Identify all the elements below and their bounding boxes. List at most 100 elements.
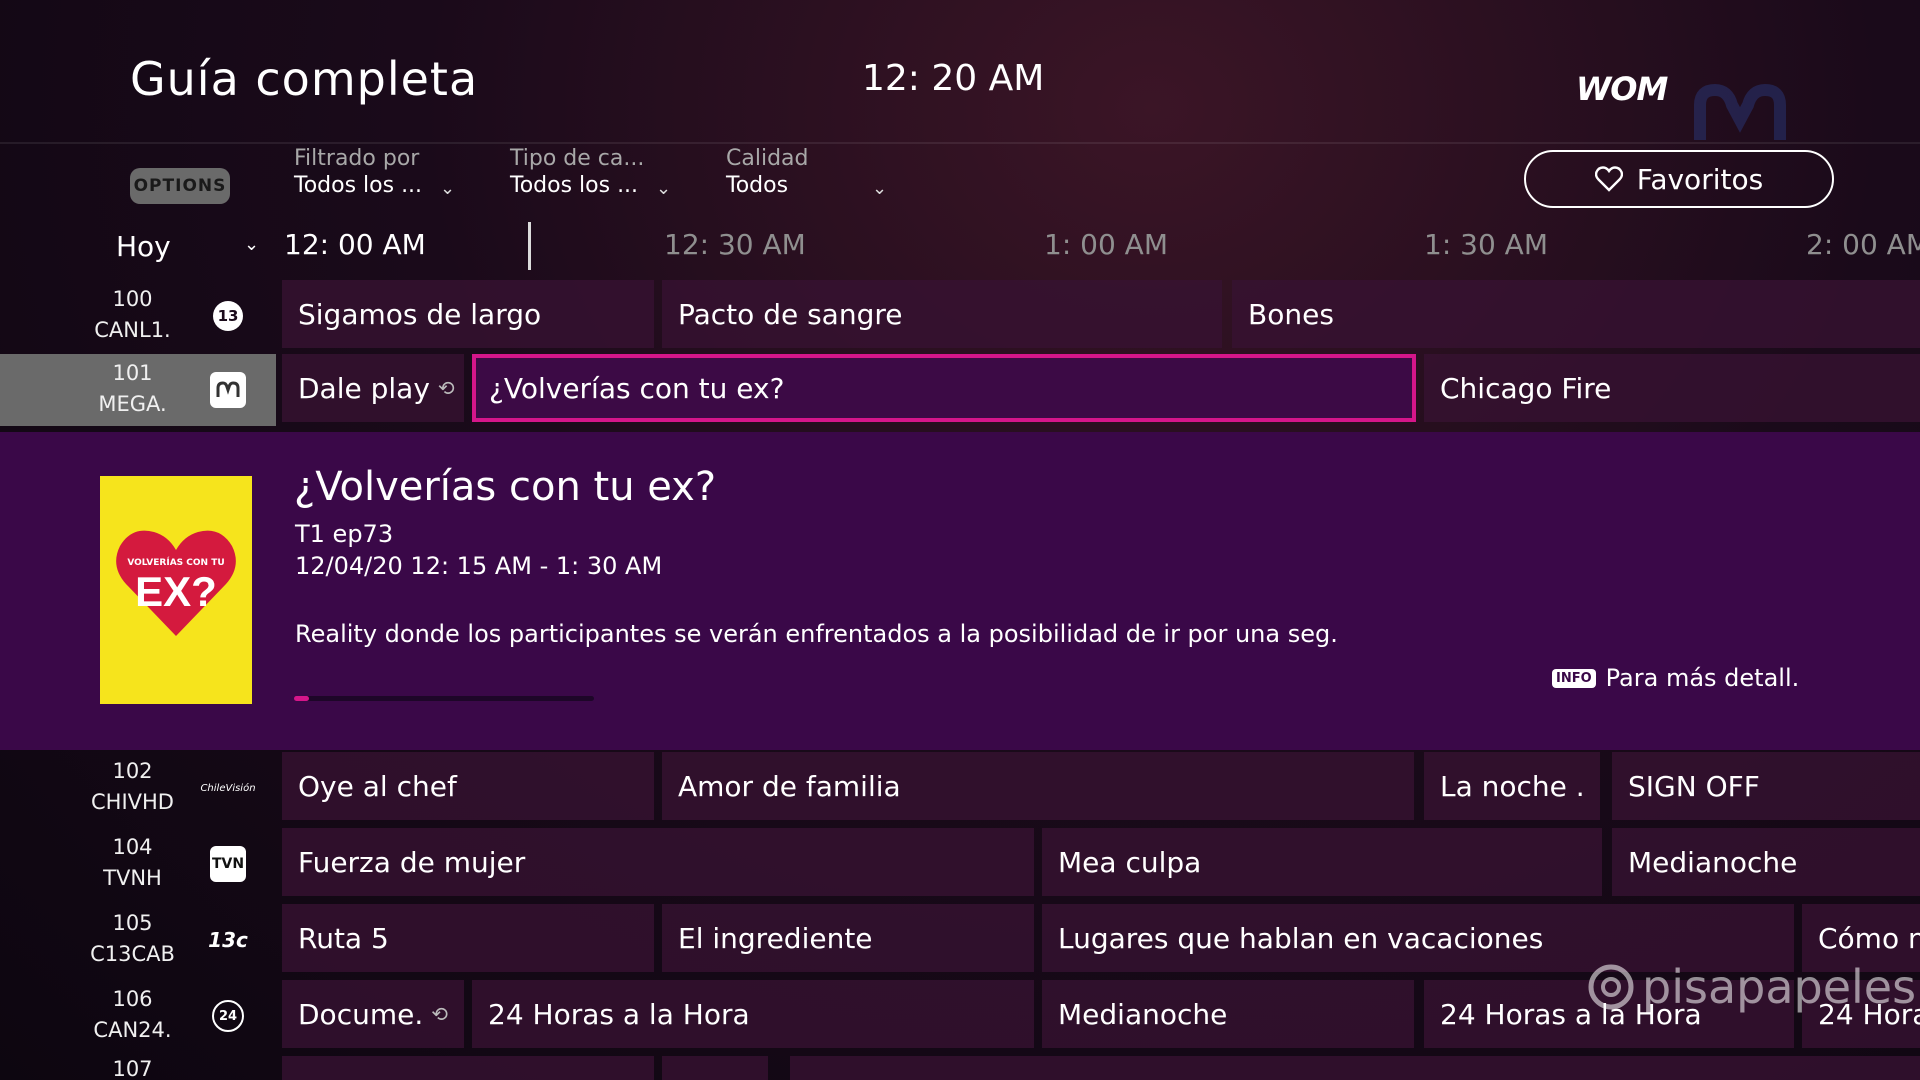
detail-title: ¿Volverías con tu ex? [294, 464, 717, 510]
channel-row-header[interactable]: 105 C13CAB 13c [0, 904, 276, 976]
chevron-down-icon: ⌄ [656, 178, 672, 199]
channel-code: TVNH [103, 866, 162, 890]
channel-logo-text: TVN [210, 846, 246, 882]
header-divider [0, 142, 1920, 144]
current-time-marker [528, 222, 531, 270]
channel-number: 106 [112, 987, 153, 1011]
program-cell[interactable]: Amor de familia [662, 752, 1414, 820]
detail-episode: T1 ep73 [295, 520, 394, 548]
program-detail-panel [0, 432, 1920, 750]
program-poster: VOLVERÍAS CON TU EX? [100, 476, 252, 704]
program-cell[interactable]: Sigamos de largo [282, 280, 654, 348]
program-cell[interactable]: La noche . [1424, 752, 1600, 820]
quality-value: Todos [726, 173, 789, 198]
info-key-icon: INFO [1552, 668, 1596, 688]
mega-watermark-icon [1694, 83, 1786, 140]
program-cell[interactable]: Docume. ⟲ [282, 980, 464, 1048]
tvn-logo-icon: TVN [210, 846, 246, 882]
program-cell[interactable]: 24 Horas a la Hora [472, 980, 1034, 1048]
channel-code: CAN24. [93, 1018, 172, 1042]
filter-dropdown[interactable]: Filtrado por Todos los ... ⌄ [294, 146, 455, 199]
program-cell[interactable] [662, 1056, 768, 1080]
chevron-down-icon: ⌄ [440, 178, 456, 199]
channel-24-logo-icon: 24 [210, 998, 246, 1034]
channel-type-value: Todos los ... [510, 173, 639, 198]
channel-number: 104 [112, 835, 153, 859]
replay-icon: ⟲ [437, 376, 455, 400]
program-cell[interactable] [790, 1056, 1920, 1080]
channel-number: 101 [112, 361, 153, 385]
replay-icon: ⟲ [431, 1002, 448, 1026]
site-watermark: pisapapeles [1586, 960, 1916, 1014]
channel-logo-text: ChileVisión [200, 782, 256, 794]
channel-row-header[interactable]: 102 CHIVHD ChileVisión [0, 752, 276, 824]
time-slot-label: 12: 30 AM [664, 228, 806, 261]
program-cell[interactable]: Ruta 5 [282, 904, 654, 972]
channel-type-dropdown[interactable]: Tipo de ca... Todos los ... ⌄ [510, 146, 671, 199]
channel-13c-logo-icon: 13c [208, 922, 248, 958]
channel-logo-text: 24 [212, 1000, 244, 1032]
time-slot-label: 1: 30 AM [1424, 228, 1548, 261]
channel-number-code: 105 C13CAB [60, 908, 205, 970]
favorites-button[interactable]: Favoritos [1524, 150, 1834, 208]
program-cell[interactable]: El ingrediente [662, 904, 1034, 972]
filter-value: Todos los ... [294, 173, 423, 198]
channel-row-header[interactable]: 106 CAN24. 24 [0, 980, 276, 1052]
quality-dropdown[interactable]: Calidad Todos ⌄ [726, 146, 887, 199]
channel-13-logo-icon: 13 [210, 298, 246, 334]
channel-row-header[interactable]: 100 CANL1. 13 [0, 280, 276, 352]
program-cell[interactable]: Pacto de sangre [662, 280, 1222, 348]
poster-subtitle: VOLVERÍAS CON TU [127, 558, 225, 568]
channel-logo-text: 13 [213, 301, 243, 331]
channel-number-code: 100 CANL1. [60, 284, 205, 346]
program-cell[interactable]: SIGN OFF [1612, 752, 1920, 820]
watermark-text: pisapapeles [1642, 960, 1917, 1014]
more-info-hint[interactable]: INFO Para más detall. [1552, 664, 1799, 692]
favorites-label: Favoritos [1636, 162, 1764, 196]
channel-number: 100 [112, 287, 153, 311]
channel-type-label: Tipo de ca... [510, 146, 645, 171]
channel-number-code: 102 CHIVHD [60, 756, 205, 818]
poster-title: EX? [135, 568, 217, 615]
channel-number-code: 104 TVNH [60, 832, 205, 894]
heart-icon [1594, 166, 1623, 192]
channel-row-header[interactable]: 104 TVNH TVN [0, 828, 276, 900]
time-slot-label: 1: 00 AM [1044, 228, 1168, 261]
channel-code: MEGA. [98, 392, 167, 416]
program-cell-focused[interactable]: ¿Volverías con tu ex? [472, 354, 1416, 422]
program-cell[interactable]: Medianoche [1042, 980, 1414, 1048]
channel-code: C13CAB [90, 942, 175, 966]
program-cell[interactable]: Chicago Fire [1424, 354, 1920, 422]
program-cell[interactable] [282, 1056, 654, 1080]
program-title: Dale play [298, 371, 430, 405]
program-cell[interactable]: Dale play ⟲ [282, 354, 464, 422]
program-cell[interactable]: Bones [1232, 280, 1920, 348]
detail-datetime: 12/04/20 12: 15 AM - 1: 30 AM [295, 552, 663, 580]
channel-code: CHIVHD [91, 790, 174, 814]
program-cell[interactable]: Medianoche [1612, 828, 1920, 896]
pisapapeles-logo-icon [1588, 964, 1634, 1010]
channel-logo-text: 13c [208, 928, 248, 952]
progress-bar [294, 696, 594, 701]
options-button[interactable]: OPTIONS [130, 168, 230, 204]
time-slot-label: 2: 00 AM [1806, 228, 1920, 261]
chilevision-logo-icon: ChileVisión [200, 770, 256, 806]
day-selector[interactable]: Hoy [116, 230, 171, 263]
channel-number: 102 [112, 759, 153, 783]
filter-label: Filtrado por [294, 146, 420, 171]
channel-row-header-selected[interactable]: 101 MEGA. [0, 354, 276, 426]
mega-logo-icon [210, 372, 246, 408]
channel-row-header[interactable]: 107 [0, 1054, 276, 1080]
program-cell[interactable]: Fuerza de mujer [282, 828, 1034, 896]
channel-number-code: 106 CAN24. [60, 984, 205, 1046]
channel-code: CANL1. [94, 318, 171, 342]
program-cell[interactable]: Oye al chef [282, 752, 654, 820]
time-slot-label: 12: 00 AM [284, 228, 426, 261]
chevron-down-icon: ⌄ [244, 234, 260, 255]
progress-bar-fill [294, 696, 309, 701]
program-cell[interactable]: Mea culpa [1042, 828, 1602, 896]
channel-number: 107 [112, 1057, 153, 1080]
current-time: 12: 20 AM [862, 58, 1045, 99]
program-title: Docume. [298, 997, 424, 1031]
detail-description: Reality donde los participantes se verán… [295, 620, 1338, 648]
